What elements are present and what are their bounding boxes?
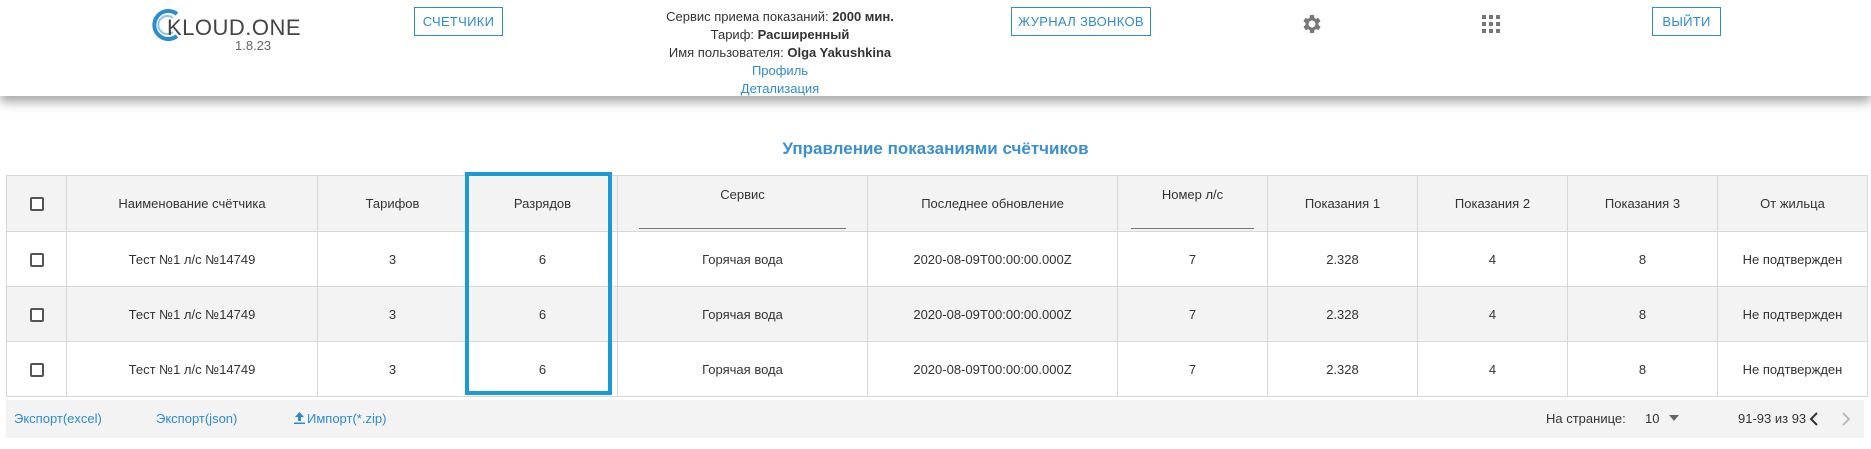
cell-last-update: 2020-08-09T00:00:00.000Z [867, 286, 1118, 342]
row-select-cell [6, 341, 67, 397]
export-excel-link[interactable]: Экспорт(excel) [14, 411, 102, 426]
cell-reading-3: 8 [1567, 231, 1718, 287]
cell-reading-2: 4 [1417, 286, 1568, 342]
per-page-select[interactable]: 10 [1645, 411, 1680, 426]
next-page-icon[interactable] [1840, 412, 1852, 426]
cell-account: 7 [1117, 341, 1268, 397]
user-value: Olga Yakushkina [787, 45, 892, 60]
cell-name: Тест №1 л/с №14749 [66, 341, 318, 397]
export-json-link[interactable]: Экспорт(json) [156, 411, 237, 426]
cell-service: Горячая вода [617, 286, 868, 342]
cell-service: Горячая вода [617, 341, 868, 397]
column-header-reading-1[interactable]: Показания 1 [1267, 175, 1418, 232]
cell-tariffs: 3 [317, 231, 468, 287]
column-header-tariffs[interactable]: Тарифов [317, 175, 468, 232]
row-checkbox[interactable] [29, 307, 44, 322]
cell-reading-1: 2.328 [1267, 231, 1418, 287]
table-footer: Экспорт(excel) Экспорт(json) Импорт(*.zi… [6, 400, 1864, 438]
cell-reading-2: 4 [1417, 341, 1568, 397]
row-checkbox[interactable] [29, 252, 44, 267]
tariff-line: Тариф: Расширенный [600, 26, 960, 44]
logout-button[interactable]: ВЫЙТИ [1652, 7, 1721, 36]
cell-from-resident: Не подтвержден [1717, 231, 1868, 287]
profile-link[interactable]: Профиль [600, 62, 960, 80]
column-header-reading-3[interactable]: Показания 3 [1567, 175, 1718, 232]
service-line: Сервис приема показаний: 2000 мин. [600, 8, 960, 26]
column-header-reading-2[interactable]: Показания 2 [1417, 175, 1568, 232]
cell-from-resident: Не подтвержден [1717, 286, 1868, 342]
cell-last-update: 2020-08-09T00:00:00.000Z [867, 231, 1118, 287]
column-header-digits[interactable]: Разрядов [467, 175, 618, 232]
chevron-down-icon [1669, 415, 1680, 421]
call-log-button[interactable]: ЖУРНАЛ ЗВОНКОВ [1011, 7, 1151, 36]
table-header-row: Наименование счётчика Тарифов Разрядов С… [6, 175, 1868, 232]
import-zip-link[interactable]: Импорт(*.zip) [294, 411, 386, 426]
per-page-value: 10 [1645, 411, 1660, 426]
gear-icon[interactable] [1300, 12, 1324, 36]
account-info: Сервис приема показаний: 2000 мин. Тариф… [600, 8, 960, 98]
cell-tariffs: 3 [317, 286, 468, 342]
cell-name: Тест №1 л/с №14749 [66, 286, 318, 342]
column-header-from-resident[interactable]: От жильца [1717, 175, 1868, 232]
details-link[interactable]: Детализация [600, 80, 960, 98]
cell-digits: 6 [467, 231, 618, 287]
apps-grid-icon[interactable] [1482, 15, 1500, 33]
tariff-label: Тариф: [710, 27, 754, 42]
row-select-cell [6, 231, 67, 287]
row-checkbox[interactable] [29, 362, 44, 377]
upload-icon [294, 412, 305, 424]
column-header-name[interactable]: Наименование счётчика [66, 175, 318, 232]
meters-button[interactable]: СЧЕТЧИКИ [414, 7, 503, 36]
per-page-label: На странице: [1546, 411, 1626, 426]
column-header-service[interactable]: Сервис [617, 175, 868, 232]
cell-name: Тест №1 л/с №14749 [66, 231, 318, 287]
cell-last-update: 2020-08-09T00:00:00.000Z [867, 341, 1118, 397]
page-range: 91-93 из 93 [1738, 411, 1807, 426]
cell-reading-2: 4 [1417, 231, 1568, 287]
prev-page-icon[interactable] [1808, 412, 1820, 426]
brand-logo[interactable]: KLOUD.ONE 1.8.23 [151, 6, 301, 56]
column-header-account-label: Номер л/с [1161, 187, 1224, 202]
user-line: Имя пользователя: Olga Yakushkina [600, 44, 960, 62]
cell-service: Горячая вода [617, 231, 868, 287]
top-header: KLOUD.ONE 1.8.23 СЧЕТЧИКИ Сервис приема … [0, 0, 1871, 96]
cell-from-resident: Не подтвержден [1717, 341, 1868, 397]
import-zip-label: Импорт(*.zip) [307, 411, 387, 426]
tariff-value: Расширенный [757, 27, 850, 42]
cell-digits: 6 [467, 341, 618, 397]
cell-reading-1: 2.328 [1267, 341, 1418, 397]
table-row[interactable]: Тест №1 л/с №14749 3 6 Горячая вода 2020… [6, 286, 1868, 342]
row-select-cell [6, 286, 67, 342]
brand-version: 1.8.23 [235, 38, 272, 53]
cell-tariffs: 3 [317, 341, 468, 397]
select-all-checkbox[interactable] [29, 197, 44, 212]
service-value: 2000 мин. [832, 9, 894, 24]
cell-account: 7 [1117, 231, 1268, 287]
table-row[interactable]: Тест №1 л/с №14749 3 6 Горячая вода 2020… [6, 231, 1868, 287]
user-label: Имя пользователя: [668, 45, 784, 60]
page-title: Управление показаниями счётчиков [782, 139, 1089, 158]
cell-account: 7 [1117, 286, 1268, 342]
column-header-last-update[interactable]: Последнее обновление [867, 175, 1118, 232]
meters-table: Наименование счётчика Тарифов Разрядов С… [6, 175, 1868, 397]
column-header-account[interactable]: Номер л/с [1117, 175, 1268, 232]
cell-reading-3: 8 [1567, 341, 1718, 397]
service-filter-input[interactable] [639, 228, 846, 229]
cell-digits: 6 [467, 286, 618, 342]
cell-reading-1: 2.328 [1267, 286, 1418, 342]
table-row[interactable]: Тест №1 л/с №14749 3 6 Горячая вода 2020… [6, 341, 1868, 397]
column-header-service-label: Сервис [720, 187, 765, 202]
select-all-cell [6, 175, 67, 232]
account-filter-input[interactable] [1130, 228, 1255, 229]
service-label: Сервис приема показаний: [666, 9, 829, 24]
cell-reading-3: 8 [1567, 286, 1718, 342]
